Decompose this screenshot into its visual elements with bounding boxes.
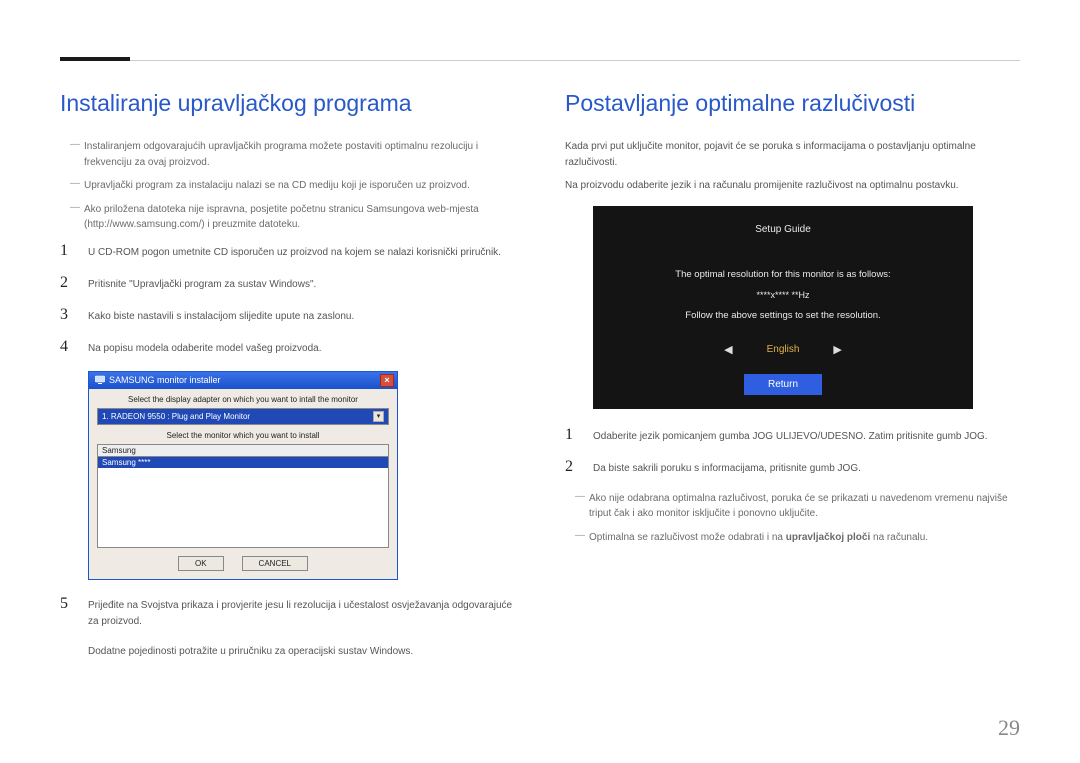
osd-return-button[interactable]: Return: [744, 374, 822, 395]
list-header: Samsung: [98, 445, 388, 457]
left-note-1: Instaliranjem odgovarajućih upravljačkih…: [60, 139, 515, 170]
left-step-2: 2 Pritisnite "Upravljački program za sus…: [60, 275, 515, 293]
step-number: 3: [60, 307, 74, 323]
right-note-1: Ako nije odabrana optimalna razlučivost,…: [565, 491, 1020, 522]
installer-label-1: Select the display adapter on which you …: [97, 395, 389, 404]
installer-titlebar: SAMSUNG monitor installer ×: [89, 372, 397, 389]
step-text: U CD-ROM pogon umetnite CD isporučen uz …: [88, 243, 515, 261]
right-heading: Postavljanje optimalne razlučivosti: [565, 90, 1020, 117]
installer-body: Select the display adapter on which you …: [89, 389, 397, 579]
step-text: Pritisnite "Upravljački program za susta…: [88, 275, 515, 293]
left-step-5: 5 Prijeđite na Svojstva prikaza i provje…: [60, 596, 515, 630]
osd-resolution-value: ****x**** **Hz: [611, 290, 955, 300]
installer-title-text: SAMSUNG monitor installer: [109, 375, 221, 385]
step-text: Na popisu modela odaberite model vašeg p…: [88, 339, 515, 357]
left-step-1: 1 U CD-ROM pogon umetnite CD isporučen u…: [60, 243, 515, 261]
step-number: 5: [60, 596, 74, 612]
right-intro-2: Na proizvodu odaberite jezik i na računa…: [565, 178, 1020, 194]
list-items: Samsung ****: [98, 457, 388, 547]
osd-title: Setup Guide: [611, 224, 955, 235]
right-note-2-suffix: na računalu.: [870, 532, 928, 543]
step-number: 4: [60, 339, 74, 355]
osd-line-2: Follow the above settings to set the res…: [611, 310, 955, 321]
left-note-2: Upravljački program za instalaciju nalaz…: [60, 178, 515, 194]
right-note-2-bold: upravljačkoj ploči: [786, 532, 870, 543]
left-note-3: Ako priložena datoteka nije ispravna, po…: [60, 202, 515, 233]
step-text: Kako biste nastavili s instalacijom slij…: [88, 307, 515, 325]
left-step-3: 3 Kako biste nastavili s instalacijom sl…: [60, 307, 515, 325]
monitor-listbox[interactable]: Samsung Samsung ****: [97, 444, 389, 548]
adapter-dropdown[interactable]: 1. RADEON 9550 : Plug and Play Monitor ▾: [97, 408, 389, 425]
installer-label-2: Select the monitor which you want to ins…: [97, 431, 389, 440]
step-number: 2: [565, 459, 579, 475]
step-number: 2: [60, 275, 74, 291]
left-after-steps: Dodatne pojedinosti potražite u priručni…: [88, 644, 515, 660]
left-column: Instaliranje upravljačkog programa Insta…: [60, 50, 515, 659]
right-intro-1: Kada prvi put uključite monitor, pojavit…: [565, 139, 1020, 170]
osd-language-row: ◀ English ▶: [611, 343, 955, 356]
chevron-down-icon[interactable]: ▾: [373, 411, 384, 422]
right-step-list: 1 Odaberite jezik pomicanjem gumba JOG U…: [565, 427, 1020, 477]
step-number: 1: [60, 243, 74, 259]
left-step-list: 1 U CD-ROM pogon umetnite CD isporučen u…: [60, 243, 515, 357]
list-selected-item[interactable]: Samsung ****: [98, 457, 388, 468]
page-header-rule: [60, 60, 1020, 61]
left-step-4: 4 Na popisu modela odaberite model vašeg…: [60, 339, 515, 357]
right-step-1: 1 Odaberite jezik pomicanjem gumba JOG U…: [565, 427, 1020, 445]
right-column: Postavljanje optimalne razlučivosti Kada…: [565, 50, 1020, 659]
step-text: Prijeđite na Svojstva prikaza i provjeri…: [88, 596, 515, 630]
step-text: Da biste sakrili poruku s informacijama,…: [593, 459, 1020, 477]
ok-button[interactable]: OK: [178, 556, 224, 571]
installer-window: SAMSUNG monitor installer × Select the d…: [88, 371, 398, 580]
left-step-list-cont: 5 Prijeđite na Svojstva prikaza i provje…: [60, 596, 515, 630]
installer-button-row: OK CANCEL: [97, 556, 389, 571]
right-note-2-prefix: Optimalna se razlučivost može odabrati i…: [589, 532, 786, 543]
page-body: Instaliranje upravljačkog programa Insta…: [0, 0, 1080, 689]
step-text: Odaberite jezik pomicanjem gumba JOG ULI…: [593, 427, 1020, 445]
installer-title: SAMSUNG monitor installer: [95, 375, 221, 385]
osd-line-1: The optimal resolution for this monitor …: [611, 269, 955, 280]
osd-language-value: English: [767, 344, 800, 355]
osd-panel: Setup Guide The optimal resolution for t…: [593, 206, 973, 409]
step-number: 1: [565, 427, 579, 443]
close-icon[interactable]: ×: [380, 374, 394, 387]
triangle-left-icon[interactable]: ◀: [724, 343, 732, 356]
cancel-button[interactable]: CANCEL: [242, 556, 308, 571]
triangle-right-icon[interactable]: ▶: [833, 343, 841, 356]
page-number: 29: [998, 715, 1020, 741]
dropdown-value: 1. RADEON 9550 : Plug and Play Monitor: [102, 412, 250, 421]
right-step-2: 2 Da biste sakrili poruku s informacijam…: [565, 459, 1020, 477]
monitor-icon: [95, 375, 105, 385]
right-note-2: Optimalna se razlučivost može odabrati i…: [565, 530, 1020, 546]
left-heading: Instaliranje upravljačkog programa: [60, 90, 515, 117]
page-header-rule-accent: [60, 57, 130, 61]
